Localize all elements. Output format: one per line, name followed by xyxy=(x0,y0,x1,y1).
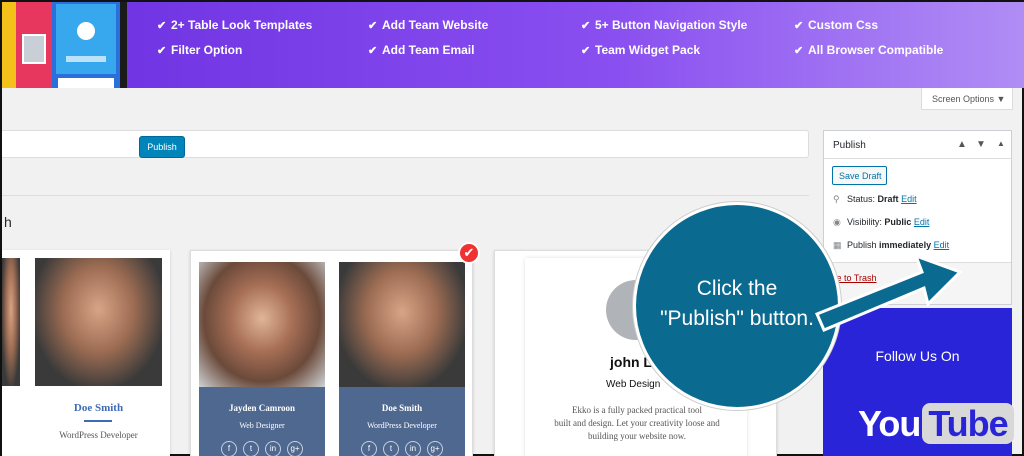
member-role: Web Design xyxy=(606,379,661,390)
feature-item: ✔ Add Team Email xyxy=(368,43,475,57)
social-links: f t in g+ xyxy=(361,441,443,456)
member-bio: Ekko is a fully packed practical tool bui… xyxy=(554,405,720,441)
chevron-up-icon[interactable]: ▲ xyxy=(957,139,967,150)
post-title-input[interactable] xyxy=(2,130,809,158)
feature-item: ✔ Team Widget Pack xyxy=(581,43,701,57)
eye-icon: ◉ xyxy=(833,217,841,227)
member-name: Jayden Camroon xyxy=(228,403,296,413)
screen-options-button[interactable]: Screen Options ▼ xyxy=(921,88,1013,110)
member-caption: Doe Smith WordPress Developer f t in g+ xyxy=(339,387,465,456)
template-card-selected[interactable]: Jayden Camroon Web Designer f t in g+ Doe S… xyxy=(190,250,473,456)
member-name: Doe Smith xyxy=(381,403,423,413)
google-plus-icon[interactable]: g+ xyxy=(287,441,303,456)
section-heading-fragment: h xyxy=(4,214,12,230)
twitter-icon[interactable]: t xyxy=(383,441,399,456)
member-photo xyxy=(35,258,162,386)
twitter-icon[interactable]: t xyxy=(243,441,259,456)
callout-text: Click the "Publish" button. xyxy=(660,277,814,330)
linkedin-icon[interactable]: in xyxy=(265,441,281,456)
visibility-edit-link[interactable]: Edit xyxy=(914,217,930,227)
status-row: ⚲ Status: Draft Edit xyxy=(833,194,917,204)
thumbnail-pink xyxy=(16,2,52,88)
feature-item: ✔ All Browser Compatible xyxy=(794,43,944,57)
facebook-icon[interactable]: f xyxy=(221,441,237,456)
feature-item: ✔ Filter Option xyxy=(157,43,243,57)
template-card-left[interactable]: Doe Smith WordPress Developer xyxy=(2,250,170,456)
feature-item: ✔ Add Team Website xyxy=(368,18,489,32)
widget-title: Follow Us On xyxy=(875,348,960,364)
chevron-down-icon[interactable]: ▼ xyxy=(976,139,986,150)
member-name: Doe Smith xyxy=(73,402,124,414)
google-plus-icon[interactable]: g+ xyxy=(427,441,443,456)
feature-item: ✔ 2+ Table Look Templates xyxy=(157,18,313,32)
youtube-logo[interactable]: You Tube xyxy=(858,403,1014,445)
member-photo xyxy=(199,262,325,387)
member-caption: Jayden Camroon Web Designer f t in g+ xyxy=(199,387,325,456)
member-role: WordPress Developer xyxy=(59,430,138,440)
facebook-icon[interactable]: f xyxy=(361,441,377,456)
linkedin-icon[interactable]: in xyxy=(405,441,421,456)
divider xyxy=(2,195,809,196)
member-role: WordPress Developer xyxy=(367,421,437,430)
member-role: Web Designer xyxy=(239,421,285,430)
social-links: f t in g+ xyxy=(221,441,303,456)
thumbnail-blue xyxy=(52,2,120,88)
publish-button[interactable]: Publish xyxy=(139,136,185,158)
status-edit-link[interactable]: Edit xyxy=(901,194,917,204)
save-draft-button[interactable]: Save Draft xyxy=(832,166,887,185)
thumbnail-dark xyxy=(120,2,127,88)
visibility-row: ◉ Visibility: Public Edit xyxy=(833,217,930,227)
template-thumbnails xyxy=(2,2,127,88)
pin-icon: ⚲ xyxy=(833,194,840,204)
thumbnail-yellow xyxy=(2,2,16,88)
feature-item: ✔ 5+ Button Navigation Style xyxy=(581,18,748,32)
member-photo xyxy=(339,262,465,387)
member-photo xyxy=(2,258,20,386)
feature-item: ✔ Custom Css xyxy=(794,18,879,32)
promo-banner: ✔ 2+ Table Look Templates ✔ Add Team Websi… xyxy=(2,2,1024,88)
selected-check-icon: ✔ xyxy=(458,242,480,264)
name-underline xyxy=(84,420,112,422)
collapse-toggle-icon[interactable]: ▲ xyxy=(997,139,1005,148)
